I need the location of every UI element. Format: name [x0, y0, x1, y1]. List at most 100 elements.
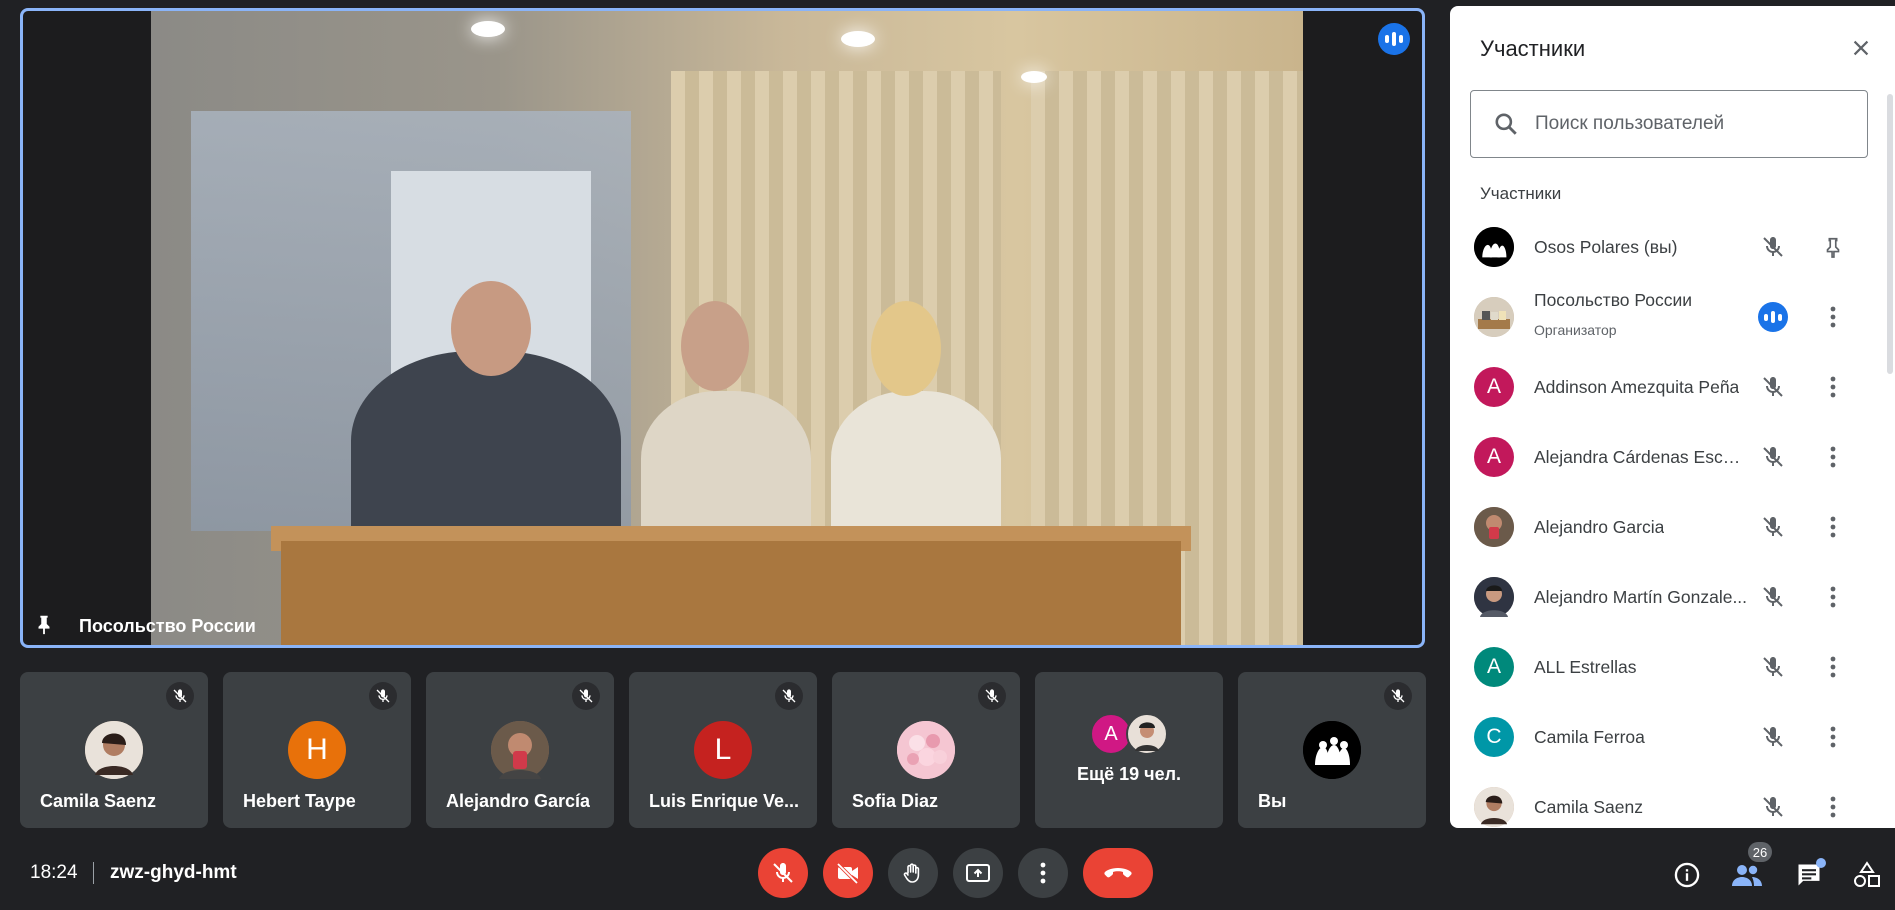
participant-tile[interactable]: L Luis Enrique Ve...	[629, 672, 817, 828]
hand-icon	[903, 863, 920, 883]
mic-off-icon	[1758, 232, 1788, 262]
participant-name: ALL Estrellas	[1534, 656, 1637, 677]
more-options-button[interactable]	[1018, 848, 1068, 898]
mic-off-icon	[978, 682, 1006, 710]
list-item[interactable]: A ALL Estrellas	[1450, 632, 1875, 702]
list-item[interactable]: C Camila Ferroa	[1450, 702, 1875, 772]
mic-off-icon	[773, 863, 793, 883]
mic-off-icon	[1758, 792, 1788, 822]
mic-off-icon	[1758, 512, 1788, 542]
mic-off-icon	[1384, 682, 1412, 710]
more-vert-icon	[1040, 862, 1046, 884]
more-options-icon[interactable]	[1818, 512, 1848, 542]
participant-name: Camila Ferroa	[1534, 726, 1645, 747]
avatar	[897, 721, 955, 779]
participant-name: Luis Enrique Ve...	[649, 791, 800, 811]
participant-tile[interactable]: Alejandro García	[426, 672, 614, 828]
more-options-icon[interactable]	[1818, 582, 1848, 612]
mic-off-icon	[1758, 652, 1788, 682]
more-options-icon[interactable]	[1818, 372, 1848, 402]
mic-off-icon	[572, 682, 600, 710]
camera-toggle-button[interactable]	[823, 848, 873, 898]
camera-off-icon	[836, 862, 859, 885]
main-video-tile[interactable]: Посольство России	[20, 8, 1425, 648]
avatar: H	[288, 721, 346, 779]
participant-name: Вы	[1258, 791, 1287, 811]
avatar-group: A	[1090, 713, 1168, 755]
leave-call-button[interactable]	[1083, 848, 1153, 898]
search-field[interactable]	[1470, 90, 1868, 158]
mic-off-icon	[775, 682, 803, 710]
mic-off-icon	[1758, 372, 1788, 402]
more-options-icon[interactable]	[1818, 722, 1848, 752]
speaking-indicator-icon	[1378, 23, 1410, 55]
participant-count-badge: 26	[1748, 842, 1772, 862]
unread-dot	[1816, 858, 1826, 868]
participant-name: Alejandro García	[446, 791, 591, 811]
people-icon	[1732, 865, 1762, 886]
mic-toggle-button[interactable]	[758, 848, 808, 898]
panel-title: Участники	[1480, 36, 1586, 61]
participant-tile[interactable]: H Hebert Taype	[223, 672, 411, 828]
present-screen-button[interactable]	[953, 848, 1003, 898]
avatar: C	[1474, 717, 1514, 757]
participants-panel: Участники Участники Osos Polares (вы)	[1450, 6, 1895, 828]
main-video-stream	[151, 11, 1303, 645]
mic-off-icon	[1758, 722, 1788, 752]
participant-list: Osos Polares (вы) Посольство России Орга…	[1450, 212, 1875, 828]
avatar	[1126, 713, 1168, 755]
avatar	[1474, 507, 1514, 547]
participants-button[interactable]	[1730, 858, 1764, 892]
avatar	[1303, 721, 1361, 779]
info-icon	[1674, 862, 1700, 888]
participant-name: Camila Saenz	[40, 791, 157, 811]
current-time: 18:24	[30, 862, 78, 883]
avatar	[1474, 787, 1514, 827]
list-item[interactable]: Osos Polares (вы)	[1450, 212, 1875, 282]
more-options-icon[interactable]	[1818, 302, 1848, 332]
search-icon	[1495, 113, 1517, 135]
bottom-toolbar: 18:24 zwz-ghyd-hmt 26	[0, 836, 1895, 910]
mic-off-icon	[369, 682, 397, 710]
avatar: A	[1474, 367, 1514, 407]
list-item[interactable]: Alejandro Martín Gonzale...	[1450, 562, 1875, 632]
participant-name: Alejandra Cárdenas Escal...	[1534, 446, 1749, 467]
pin-icon[interactable]	[1818, 232, 1848, 262]
activities-button[interactable]	[1850, 858, 1884, 892]
section-label: Участники	[1480, 184, 1562, 203]
more-options-icon[interactable]	[1818, 652, 1848, 682]
self-tile[interactable]: Вы	[1238, 672, 1426, 828]
close-icon[interactable]	[1845, 32, 1877, 64]
list-item[interactable]: A Alejandra Cárdenas Escal...	[1450, 422, 1875, 492]
list-item[interactable]: Alejandro Garcia	[1450, 492, 1875, 562]
mic-off-icon	[166, 682, 194, 710]
participant-tile[interactable]: Sofia Diaz	[832, 672, 1020, 828]
more-options-icon[interactable]	[1818, 442, 1848, 472]
more-options-icon[interactable]	[1818, 792, 1848, 822]
avatar	[1474, 227, 1514, 267]
activities-icon	[1854, 861, 1880, 887]
participant-thumbnail-strip: Camila Saenz H Hebert Taype Alejandro Ga…	[20, 672, 1430, 828]
avatar: L	[694, 721, 752, 779]
more-participants-tile[interactable]: A Ещё 19 чел.	[1035, 672, 1223, 828]
participant-name: Alejandro Garcia	[1534, 516, 1665, 537]
avatar	[1474, 297, 1514, 337]
list-item[interactable]: Camila Saenz	[1450, 772, 1875, 828]
list-item[interactable]: Посольство России Организатор	[1450, 282, 1875, 352]
present-icon	[966, 864, 990, 882]
more-participants-label: Ещё 19 чел.	[1076, 764, 1182, 784]
list-item[interactable]: A Addinson Amezquita Peña	[1450, 352, 1875, 422]
participant-name: Hebert Taype	[243, 791, 356, 811]
main-speaker-name: Посольство России	[79, 616, 256, 636]
search-input[interactable]	[1533, 112, 1847, 136]
scrollbar[interactable]	[1887, 94, 1893, 374]
participant-name: Osos Polares (вы)	[1534, 236, 1678, 257]
mic-off-icon	[1758, 442, 1788, 472]
meeting-info-button[interactable]	[1670, 858, 1704, 892]
participant-tile[interactable]: Camila Saenz	[20, 672, 208, 828]
meeting-code: zwz-ghyd-hmt	[110, 862, 237, 883]
divider	[93, 862, 94, 884]
raise-hand-button[interactable]	[888, 848, 938, 898]
pin-icon[interactable]	[33, 613, 55, 635]
participant-name: Sofia Diaz	[852, 791, 939, 811]
